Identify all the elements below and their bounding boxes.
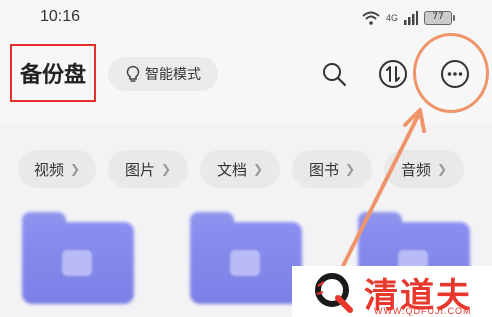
chevron-right-icon: ❯ <box>436 162 448 176</box>
category-row: 视频 ❯ 图片 ❯ 文档 ❯ 图书 ❯ 音频 ❯ <box>0 150 492 190</box>
folder-tile[interactable] <box>190 212 302 304</box>
search-icon <box>323 63 347 87</box>
category-label: 图片 <box>124 160 155 179</box>
category-chip-audio[interactable]: 音频 ❯ <box>384 150 464 188</box>
smart-mode-button[interactable]: 智能模式 <box>108 57 218 91</box>
battery-indicator: 77 <box>424 11 455 25</box>
status-time: 10:16 <box>40 8 81 25</box>
category-label: 文档 <box>216 160 247 179</box>
page-title: 备份盘 <box>19 63 86 88</box>
q-logo-icon <box>315 273 353 313</box>
status-bar: 10:16 4G 77 <box>0 0 492 38</box>
category-label: 图书 <box>308 160 339 179</box>
title-highlight-box: 备份盘 <box>10 44 96 102</box>
folder-tile[interactable] <box>22 212 134 304</box>
network-type: 4G <box>385 13 398 23</box>
chevron-right-icon: ❯ <box>252 162 264 176</box>
wifi-icon <box>362 11 380 25</box>
bulb-icon <box>126 65 140 82</box>
status-icons: 4G 77 <box>362 8 455 28</box>
annotation-circle <box>413 33 489 113</box>
category-chip-documents[interactable]: 文档 ❯ <box>200 150 280 188</box>
watermark-url: WWW.QDFUJI.COM <box>374 306 472 316</box>
signal-icon <box>404 11 418 25</box>
transfer-icon <box>379 60 407 88</box>
category-chip-images[interactable]: 图片 ❯ <box>108 150 188 188</box>
chevron-right-icon: ❯ <box>160 162 172 176</box>
smart-mode-label: 智能模式 <box>145 67 201 83</box>
category-label: 音频 <box>400 160 431 179</box>
search-button[interactable] <box>317 57 351 91</box>
chevron-right-icon: ❯ <box>69 162 81 176</box>
category-chip-books[interactable]: 图书 ❯ <box>292 150 372 188</box>
category-chip-video[interactable]: 视频 ❯ <box>18 150 96 188</box>
watermark: 清道夫 WWW.QDFUJI.COM <box>292 266 492 317</box>
category-label: 视频 <box>33 160 64 179</box>
chevron-right-icon: ❯ <box>344 162 356 176</box>
transfer-button[interactable] <box>376 57 410 91</box>
